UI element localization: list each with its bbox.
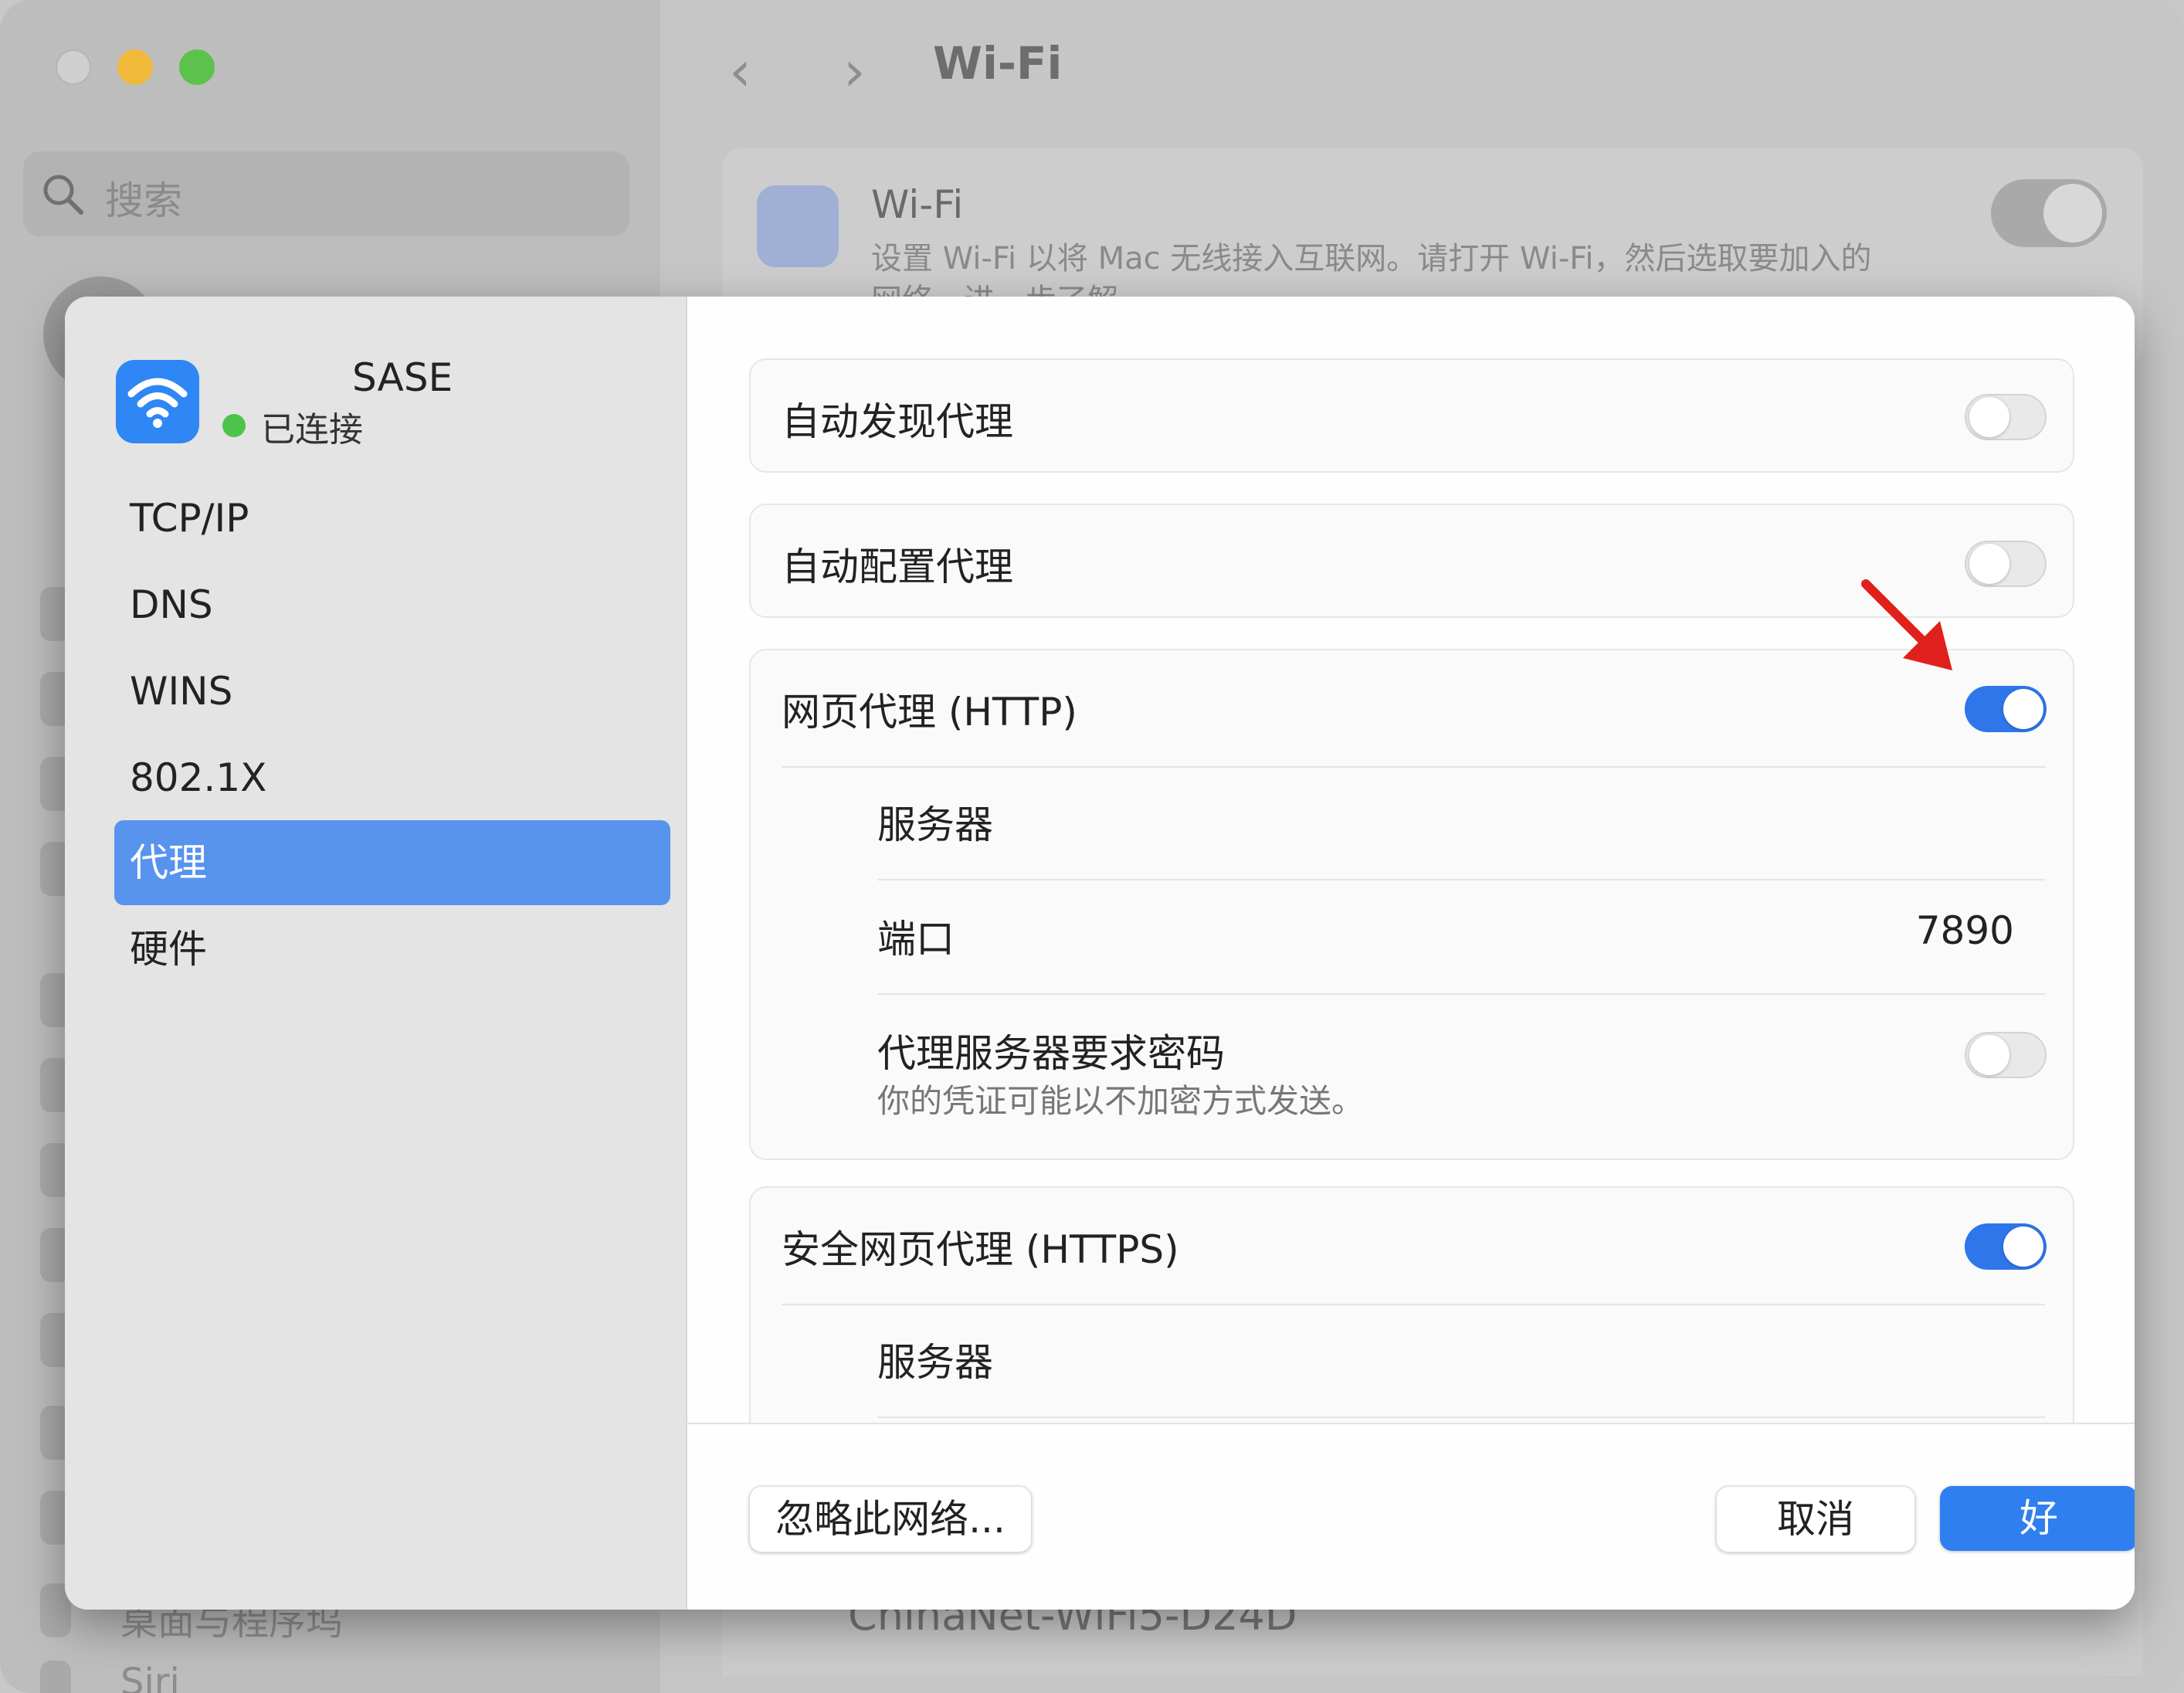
network-details-dialog: SASE 已连接 TCP/IP DNS WINS 802.1X 代理 硬件 自动… [65, 297, 2135, 1610]
divider [782, 766, 2045, 768]
wifi-app-icon [757, 185, 839, 267]
window-close-button[interactable] [56, 49, 91, 85]
divider [782, 1304, 2045, 1305]
https-proxy-label: 安全网页代理 (HTTPS) [782, 1227, 1179, 1272]
toggle-knob [1969, 1035, 2009, 1075]
divider [877, 993, 2045, 995]
https-server-label: 服务器 [877, 1340, 993, 1385]
proxy-auth-hint: 你的凭证可能以不加密方式发送。 [877, 1082, 1365, 1120]
back-arrow-icon[interactable]: ‹ [729, 39, 751, 103]
http-proxy-toggle[interactable] [1965, 686, 2047, 732]
sidebar-item-proxies[interactable]: 代理 [114, 820, 670, 905]
auto-discover-proxy-toggle[interactable] [1965, 394, 2047, 440]
connection-status: 已连接 [261, 410, 363, 450]
window-minimize-button[interactable] [117, 49, 153, 85]
forward-arrow-icon[interactable]: › [843, 39, 866, 103]
auto-discover-proxy-label: 自动发现代理 [782, 399, 1013, 444]
wifi-icon [116, 360, 199, 443]
http-server-field[interactable] [1214, 794, 2014, 848]
wifi-toggle[interactable] [1991, 179, 2107, 247]
sidebar-item-tcpip[interactable]: TCP/IP [114, 476, 670, 561]
network-name: SASE [352, 355, 453, 400]
sidebar-item-siri[interactable]: Siri [120, 1661, 180, 1693]
sidebar-item-dns[interactable]: DNS [114, 562, 670, 647]
wifi-card-title: Wi-Fi [871, 182, 964, 227]
http-port-field[interactable]: 7890 [1628, 908, 2014, 953]
http-server-label: 服务器 [877, 802, 993, 847]
forget-network-button[interactable]: 忽略此网络... [749, 1486, 1032, 1552]
ok-button[interactable]: 好 [1940, 1486, 2135, 1551]
auto-config-proxy-toggle[interactable] [1965, 541, 2047, 587]
proxy-auth-toggle[interactable] [1965, 1032, 2047, 1078]
wifi-card-description: 设置 Wi-Fi 以将 Mac 无线接入互联网。请打开 Wi-Fi，然后选取要加… [871, 241, 1872, 277]
auto-config-proxy-label: 自动配置代理 [782, 545, 1013, 589]
divider [877, 879, 2045, 880]
proxy-auth-label: 代理服务器要求密码 [877, 1031, 1225, 1076]
sidebar-item-hardware[interactable]: 硬件 [114, 907, 670, 992]
window-zoom-button[interactable] [179, 49, 215, 85]
toggle-knob [2003, 689, 2043, 729]
toggle-knob [2003, 1226, 2043, 1267]
http-port-label: 端口 [877, 917, 955, 962]
http-proxy-card: 网页代理 (HTTP) 服务器 端口 7890 代理服务器要求密码 你的凭证可能… [749, 649, 2074, 1160]
search-icon [43, 175, 83, 215]
sidebar-item-wins[interactable]: WINS [114, 649, 670, 734]
divider [877, 1416, 2045, 1418]
search-placeholder: 搜索 [105, 178, 182, 223]
https-proxy-card: 安全网页代理 (HTTPS) 服务器 [749, 1186, 2074, 1449]
connected-status-dot [222, 414, 246, 437]
https-proxy-toggle[interactable] [1965, 1223, 2047, 1270]
page-title: Wi-Fi [933, 37, 1063, 90]
annotation-arrow-icon [1861, 579, 1952, 670]
toggle-knob [1969, 544, 2009, 584]
sidebar-app-icon [40, 1661, 71, 1693]
http-proxy-label: 网页代理 (HTTP) [782, 690, 1077, 735]
toggle-knob [1969, 397, 2009, 437]
dialog-sidebar: SASE 已连接 TCP/IP DNS WINS 802.1X 代理 硬件 [65, 297, 687, 1610]
cancel-button[interactable]: 取消 [1716, 1486, 1915, 1552]
sidebar-item-8021x[interactable]: 802.1X [114, 735, 670, 820]
dialog-footer: 忽略此网络... 取消 好 [687, 1423, 2135, 1610]
auto-discover-proxy-row: 自动发现代理 [749, 358, 2074, 473]
